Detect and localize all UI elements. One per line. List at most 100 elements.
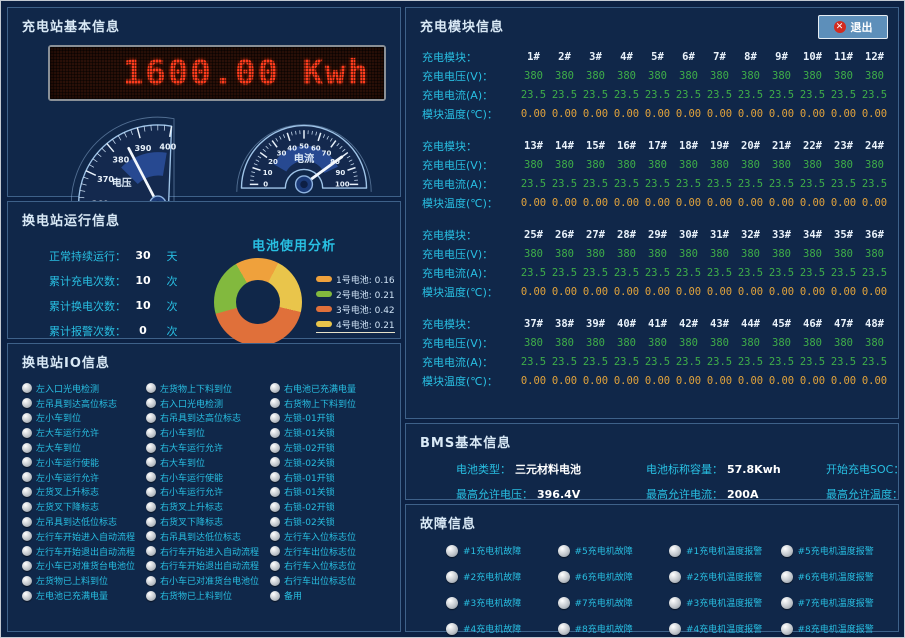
module-cell: 380 — [797, 337, 828, 349]
module-cell: 0.00 — [549, 375, 580, 387]
module-cell: 380 — [704, 70, 735, 82]
module-cell: 24# — [859, 140, 890, 152]
module-row-label: 充电电压(V)： — [416, 335, 518, 351]
module-cell: 380 — [859, 337, 890, 349]
module-cell: 380 — [797, 70, 828, 82]
module-cell: 380 — [704, 337, 735, 349]
legend-item: 3号电池: 0.42 — [316, 302, 395, 317]
module-cell: 0.00 — [797, 286, 828, 298]
module-cell: 31# — [704, 229, 735, 241]
indicator-lamp-icon — [146, 591, 156, 601]
indicator-lamp-icon — [22, 472, 32, 482]
module-cell: 380 — [549, 337, 580, 349]
module-temperature-row: 模块温度(℃)：0.000.000.000.000.000.000.000.00… — [416, 195, 890, 210]
gauge-tick-label: 30 — [277, 150, 287, 158]
indicator-lamp-icon — [270, 398, 280, 408]
module-cell: 15# — [580, 140, 611, 152]
module-cell: 48# — [859, 318, 890, 330]
io-indicator: 左小车运行使能 — [22, 455, 146, 470]
module-cell: 23.5 — [797, 89, 828, 101]
bms-field-value: 三元材料电池 — [515, 463, 581, 476]
module-cell: 380 — [797, 159, 828, 171]
stat-unit: 次 — [160, 273, 184, 289]
io-indicator: 左吊具到达高位标志 — [22, 396, 146, 411]
fault-indicator: #5充电机温度报警 — [781, 544, 893, 557]
io-indicator: 右大车运行允许 — [146, 440, 270, 455]
module-cell: 11# — [828, 51, 859, 63]
indicator-lamp-icon — [669, 623, 681, 635]
bms-field: 最高允许电流：200A — [646, 486, 826, 502]
module-row-label: 模块温度(℃)： — [416, 195, 518, 211]
module-cell: 0.00 — [673, 375, 704, 387]
module-cell: 0.00 — [704, 197, 735, 209]
module-cell: 0.00 — [859, 286, 890, 298]
indicator-lamp-icon — [146, 487, 156, 497]
fault-indicator-grid: #1充电机故障#5充电机故障#1充电机温度报警#5充电机温度报警#2充电机故障#… — [406, 532, 898, 635]
indicator-lamp-icon — [781, 545, 793, 557]
io-indicator-label: 左行车出位标志位 — [284, 545, 356, 558]
indicator-lamp-icon — [146, 576, 156, 586]
fault-indicator-label: #3充电机温度报警 — [686, 596, 762, 609]
indicator-lamp-icon — [270, 443, 280, 453]
indicator-lamp-icon — [146, 561, 156, 571]
fault-indicator: #4充电机故障 — [446, 622, 558, 635]
io-indicator: 右锁-02开锁 — [270, 499, 394, 514]
fault-indicator: #8充电机故障 — [558, 622, 670, 635]
module-cell: 380 — [735, 337, 766, 349]
module-row-label: 充电模块： — [416, 316, 518, 332]
module-cell: 23.5 — [518, 178, 549, 190]
module-cell: 23.5 — [828, 89, 859, 101]
fault-indicator: #4充电机温度报警 — [669, 622, 781, 635]
legend-swatch-icon — [316, 321, 332, 327]
io-indicator-label: 左小车到位 — [36, 411, 81, 424]
module-cell: 23.5 — [766, 89, 797, 101]
io-indicator: 右吊具到达低位标志 — [146, 529, 270, 544]
module-cell: 25# — [518, 229, 549, 241]
indicator-lamp-icon — [270, 413, 280, 423]
module-cell: 0.00 — [673, 108, 704, 120]
module-current-row: 充电电流(A)：23.523.523.523.523.523.523.523.5… — [416, 87, 890, 102]
io-indicator-label: 右小车运行允许 — [160, 485, 223, 498]
io-indicator-label: 左小车已对准货台电池位 — [36, 559, 135, 572]
module-row-label: 充电模块： — [416, 227, 518, 243]
module-cell: 0.00 — [549, 108, 580, 120]
module-cell: 380 — [828, 159, 859, 171]
gauge-unit-label: 电压 — [112, 176, 132, 189]
module-row-label: 充电电压(V)： — [416, 68, 518, 84]
fault-indicator: #1充电机温度报警 — [669, 544, 781, 557]
indicator-lamp-icon — [446, 545, 458, 557]
module-cell: 23.5 — [704, 267, 735, 279]
panel-bms-info: BMS基本信息 电池类型：三元材料电池电池标称容量：57.8Kwh开始充电SOC… — [405, 423, 899, 500]
io-indicator-label: 左锁-02关锁 — [284, 456, 335, 469]
module-voltage-row: 充电电压(V)：38038038038038038038038038038038… — [416, 68, 890, 83]
io-indicator-label: 右小车到位 — [160, 426, 205, 439]
bms-fields-grid: 电池类型：三元材料电池电池标称容量：57.8Kwh开始充电SOC：54%最高允许… — [406, 451, 898, 502]
fault-indicator: #6充电机温度报警 — [781, 570, 893, 583]
indicator-lamp-icon — [781, 623, 793, 635]
fault-indicator: #5充电机故障 — [558, 544, 670, 557]
stat-label: 累计报警次数： — [38, 323, 126, 339]
io-indicator-label: 左锁-01开锁 — [284, 411, 335, 424]
module-voltage-row: 充电电压(V)：38038038038038038038038038038038… — [416, 157, 890, 172]
module-cell: 380 — [766, 159, 797, 171]
stat-unit: 次 — [160, 323, 184, 339]
module-cell: 23.5 — [673, 267, 704, 279]
module-cell: 8# — [735, 51, 766, 63]
module-cell: 23.5 — [704, 356, 735, 368]
module-cell: 380 — [580, 70, 611, 82]
module-cell: 380 — [611, 159, 642, 171]
module-cell: 0.00 — [828, 375, 859, 387]
gauge-tick-label: 50 — [299, 142, 309, 150]
gauge-tick-label: 60 — [311, 144, 321, 152]
io-indicator-label: 右行车开始退出自动流程 — [160, 559, 259, 572]
gauge-blue-band — [129, 164, 164, 176]
module-voltage-row: 充电电压(V)：38038038038038038038038038038038… — [416, 246, 890, 261]
module-cell: 0.00 — [673, 286, 704, 298]
indicator-lamp-icon — [22, 546, 32, 556]
module-row-label: 充电电流(A)： — [416, 87, 518, 103]
exit-button[interactable]: ✕ 退出 — [818, 15, 888, 39]
indicator-lamp-icon — [22, 591, 32, 601]
module-cell: 380 — [828, 337, 859, 349]
module-cell: 7# — [704, 51, 735, 63]
gauge-tick-label: 380 — [112, 154, 129, 164]
